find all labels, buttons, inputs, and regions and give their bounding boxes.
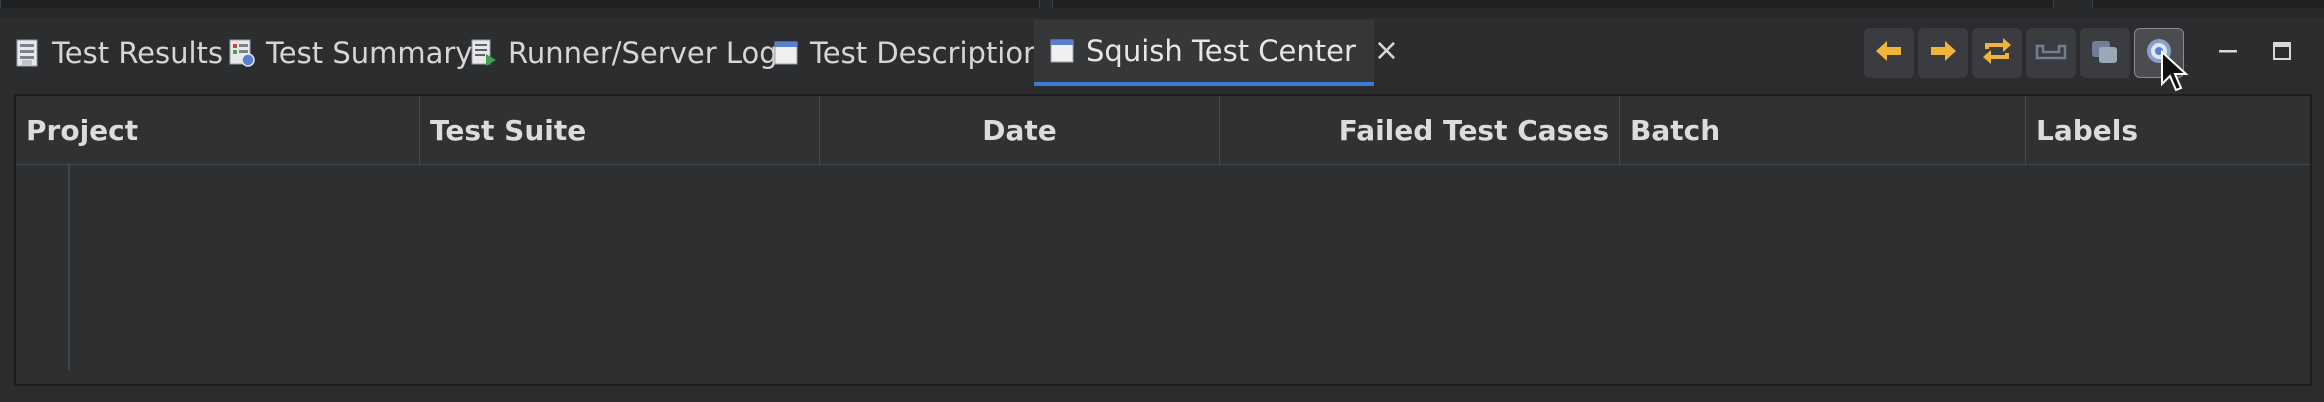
previous-icon bbox=[1874, 38, 1904, 68]
adjacent-panel-edge bbox=[1052, 0, 2054, 8]
swap-icon bbox=[1981, 36, 2013, 70]
test-results-icon bbox=[14, 38, 42, 68]
tab-label: Runner/Server Log bbox=[508, 36, 778, 70]
sync-button[interactable] bbox=[1972, 28, 2022, 78]
view-toolbar bbox=[1864, 28, 2194, 80]
close-icon[interactable]: × bbox=[1374, 36, 1399, 66]
minimize-button[interactable] bbox=[2208, 28, 2248, 78]
tab-runner-server-log[interactable]: Runner/Server Log bbox=[470, 20, 778, 86]
test-description-icon bbox=[772, 38, 800, 68]
adjacent-panel-strip bbox=[0, 0, 2324, 18]
tab-label: Test Summary bbox=[266, 36, 473, 70]
tab-squish-test-center[interactable]: Squish Test Center × bbox=[1034, 20, 1399, 86]
test-summary-icon bbox=[228, 38, 256, 68]
inbox-icon bbox=[2035, 40, 2067, 66]
tab-label: Test Description bbox=[810, 36, 1042, 70]
table-body[interactable] bbox=[16, 165, 2310, 384]
column-header-failed-test-cases[interactable]: Failed Test Cases bbox=[1220, 96, 1620, 164]
table-header: Project Test Suite Date Failed Test Case… bbox=[16, 96, 2310, 165]
column-header-project[interactable]: Project bbox=[16, 96, 420, 164]
stack-button[interactable] bbox=[2080, 28, 2130, 78]
tab-test-results[interactable]: Test Results bbox=[14, 20, 223, 86]
next-icon bbox=[1928, 38, 1958, 68]
column-header-date[interactable]: Date bbox=[820, 96, 1220, 164]
test-center-table: Project Test Suite Date Failed Test Case… bbox=[14, 94, 2312, 386]
tab-label: Squish Test Center bbox=[1086, 34, 1356, 68]
tab-test-summary[interactable]: Test Summary bbox=[228, 20, 472, 86]
tree-guide-line bbox=[68, 165, 70, 370]
column-header-batch[interactable]: Batch bbox=[1620, 96, 2026, 164]
runner-log-icon bbox=[470, 38, 498, 68]
column-header-test-suite[interactable]: Test Suite bbox=[420, 96, 820, 164]
stack-icon bbox=[2089, 37, 2121, 69]
adjacent-panel-edge bbox=[2092, 0, 2324, 8]
test-center-icon bbox=[1048, 36, 1076, 66]
previous-button[interactable] bbox=[1864, 28, 1914, 78]
inbox-button[interactable] bbox=[2026, 28, 2076, 78]
minimize-icon bbox=[2217, 44, 2239, 63]
maximize-button[interactable] bbox=[2262, 28, 2302, 78]
next-button[interactable] bbox=[1918, 28, 1968, 78]
column-header-labels[interactable]: Labels bbox=[2026, 96, 2310, 164]
adjacent-panel-edge bbox=[0, 0, 1040, 8]
maximize-icon bbox=[2271, 40, 2293, 66]
tab-label: Test Results bbox=[52, 36, 224, 70]
tab-test-description[interactable]: Test Description bbox=[772, 20, 1042, 86]
mouse-cursor-icon bbox=[2160, 49, 2190, 94]
